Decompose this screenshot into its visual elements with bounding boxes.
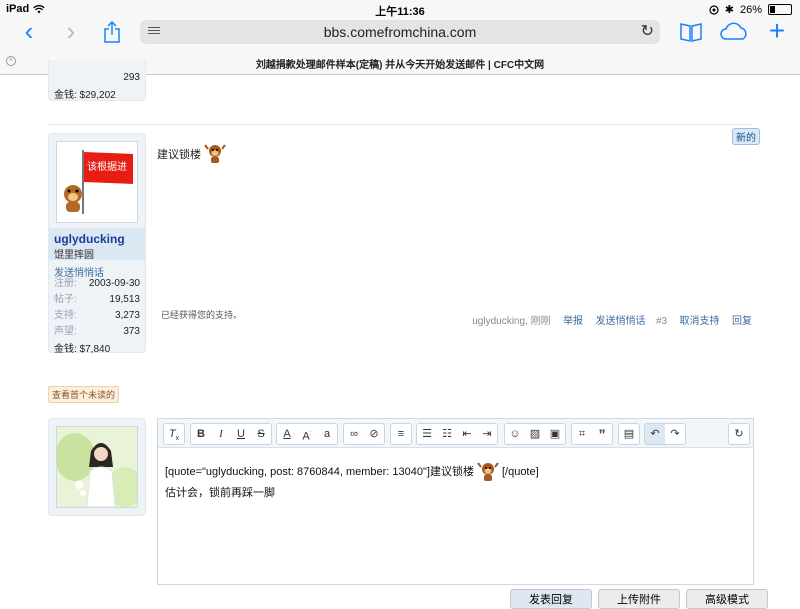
reply-user-card bbox=[48, 418, 146, 516]
link-icon[interactable]: ∞ bbox=[344, 424, 364, 444]
post-meta: uglyducking, 刚刚 bbox=[472, 316, 551, 327]
status-time: 上午11:36 bbox=[375, 6, 425, 18]
tool-group-history: ↶ ↷ bbox=[644, 423, 686, 445]
tool-group-links: ∞ ⊘ bbox=[343, 423, 385, 445]
bookmarks-icon bbox=[680, 23, 702, 42]
bold-icon[interactable]: B bbox=[191, 424, 211, 444]
prev-user-card: 293 金钱: $29,202 bbox=[48, 60, 146, 101]
reply-editor[interactable]: Tx B I U S A Aː a ∞ ⊘ ≡ ☰ ☷ ⇤ ⇥ ☺ ▨ ▣ ⌗ … bbox=[157, 418, 754, 585]
post-divider bbox=[48, 124, 752, 125]
switch-mode-icon[interactable]: ↻ bbox=[729, 424, 749, 444]
indent-icon[interactable]: ⇥ bbox=[477, 424, 497, 444]
share-button[interactable] bbox=[100, 20, 124, 44]
prev-money: 金钱: $29,202 bbox=[54, 90, 116, 101]
my-avatar-image bbox=[57, 427, 137, 507]
tool-group-lists: ☰ ☷ ⇤ ⇥ bbox=[416, 423, 498, 445]
smiley-icon[interactable]: ☺ bbox=[505, 424, 525, 444]
save-draft-icon[interactable]: ▤ bbox=[619, 424, 639, 444]
tool-group-clear: Tx bbox=[163, 423, 185, 445]
url-text: bbs.comefromchina.com bbox=[323, 24, 477, 40]
new-badge: 新的 bbox=[732, 128, 760, 145]
text-color-icon[interactable]: A bbox=[277, 424, 297, 444]
back-button[interactable]: ‹ bbox=[14, 18, 44, 48]
advanced-mode-button[interactable]: 高级模式 bbox=[686, 589, 768, 609]
submit-reply-button[interactable]: 发表回复 bbox=[510, 589, 592, 609]
address-bar[interactable]: bbs.comefromchina.com ↻ bbox=[140, 20, 660, 44]
tool-group-font: A Aː a bbox=[276, 423, 338, 445]
unsupport-link[interactable]: 取消支持 bbox=[680, 316, 720, 327]
outdent-icon[interactable]: ⇤ bbox=[457, 424, 477, 444]
reply-link[interactable]: 回复 bbox=[732, 316, 752, 327]
user-stats: 注册: 2003-09-30 帖子: 19,513 支持: 3,273 声望: 373 … bbox=[49, 276, 145, 355]
bullet-list-icon[interactable]: ☰ bbox=[417, 424, 437, 444]
media-icon[interactable]: ▣ bbox=[545, 424, 565, 444]
browser-toolbar: ‹ › bbs.comefromchina.com ↻ + bbox=[0, 17, 800, 48]
rotation-lock-icon bbox=[709, 4, 719, 15]
bluetooth-icon: ✱ bbox=[724, 4, 734, 16]
image-icon[interactable]: ▨ bbox=[525, 424, 545, 444]
first-unread-button[interactable]: 查看首个未读的 bbox=[48, 386, 120, 403]
author-name[interactable]: uglyducking bbox=[54, 232, 125, 246]
avatar[interactable]: 该根据进 bbox=[56, 141, 138, 223]
redo-icon[interactable]: ↷ bbox=[665, 424, 685, 444]
editor-line-2: 估计会，锁前再踩一脚 bbox=[165, 487, 275, 499]
underline-icon[interactable]: U bbox=[231, 424, 251, 444]
bookmarks-button[interactable] bbox=[678, 20, 704, 44]
stat-row: 注册: 2003-09-30 bbox=[54, 278, 140, 289]
new-tab-button[interactable]: + bbox=[762, 17, 792, 48]
post-pm-link[interactable]: 发送悄悄话 bbox=[596, 316, 646, 327]
editor-quote-text: [quote="uglyducking, post: 8760844, memb… bbox=[165, 466, 474, 478]
user-money: 金钱: $7,840 bbox=[54, 344, 111, 355]
forward-button[interactable]: › bbox=[56, 18, 86, 48]
stat-row: 帖子: 19,513 bbox=[54, 294, 140, 305]
strikethrough-icon[interactable]: S bbox=[251, 424, 271, 444]
font-size-icon[interactable]: Aː bbox=[297, 424, 317, 444]
tool-group-format: B I U S bbox=[190, 423, 272, 445]
prev-stat-row: 293 bbox=[123, 72, 140, 83]
tool-group-code: ⌗ ” bbox=[571, 423, 613, 445]
tool-group-insert: ☺ ▨ ▣ bbox=[504, 423, 566, 445]
avatar-flag-text: 该根据进 bbox=[87, 160, 127, 173]
unlink-icon[interactable]: ⊘ bbox=[364, 424, 384, 444]
user-title: 馄里摔圆 bbox=[54, 250, 94, 261]
tool-group-mode: ↻ bbox=[728, 423, 750, 445]
reload-icon[interactable]: ↻ bbox=[641, 21, 654, 41]
tool-group-align: ≡ bbox=[390, 423, 412, 445]
code-icon[interactable]: ⌗ bbox=[572, 424, 592, 444]
user-card: 该根据进 uglyducking 馄里摔圆 发送悄悄话 注册: 2003-09-3… bbox=[48, 133, 146, 355]
font-family-icon[interactable]: a bbox=[317, 424, 337, 444]
battery-icon bbox=[768, 4, 792, 15]
post-body: 建议锁楼 bbox=[157, 143, 226, 165]
post-number[interactable]: #3 bbox=[656, 316, 667, 327]
remove-format-icon[interactable]: Tx bbox=[164, 424, 184, 444]
italic-icon[interactable]: I bbox=[211, 424, 231, 444]
editor-content[interactable]: [quote="uglyducking, post: 8760844, memb… bbox=[165, 461, 539, 503]
post-text: 建议锁楼 bbox=[157, 149, 201, 161]
editor-buttons: 发表回复 上传附件 高级模式 bbox=[510, 589, 768, 609]
editor-quote-end: [/quote] bbox=[501, 466, 539, 478]
editor-line-1: [quote="uglyducking, post: 8760844, memb… bbox=[165, 461, 539, 483]
status-bar: iPad 上午11:36 ✱ 26% bbox=[0, 0, 800, 18]
align-icon[interactable]: ≡ bbox=[391, 424, 411, 444]
tool-group-save: ▤ bbox=[618, 423, 640, 445]
support-note: 已经获得您的支持。 bbox=[161, 310, 243, 320]
undo-icon[interactable]: ↶ bbox=[645, 424, 665, 444]
stat-row: 支持: 3,273 bbox=[54, 310, 140, 321]
monkey-emoticon bbox=[477, 462, 499, 481]
avatar-image: 该根据进 bbox=[64, 150, 133, 214]
report-link[interactable]: 举报 bbox=[563, 316, 583, 327]
icloud-tabs-button[interactable] bbox=[718, 21, 750, 43]
quote-icon[interactable]: ” bbox=[592, 424, 612, 444]
cloud-icon bbox=[720, 22, 747, 40]
number-list-icon[interactable]: ☷ bbox=[437, 424, 457, 444]
my-avatar[interactable] bbox=[56, 426, 138, 508]
post-actions: uglyducking, 刚刚 举报 发送悄悄话 #3 取消支持 回复 bbox=[472, 311, 752, 329]
stat-row: 声望: 373 bbox=[54, 326, 140, 337]
monkey-emoticon bbox=[204, 144, 226, 163]
share-icon bbox=[104, 20, 120, 43]
upload-attachment-button[interactable]: 上传附件 bbox=[598, 589, 680, 609]
editor-toolbar: Tx B I U S A Aː a ∞ ⊘ ≡ ☰ ☷ ⇤ ⇥ ☺ ▨ ▣ ⌗ … bbox=[158, 419, 753, 448]
battery-percent: 26% bbox=[739, 3, 762, 16]
